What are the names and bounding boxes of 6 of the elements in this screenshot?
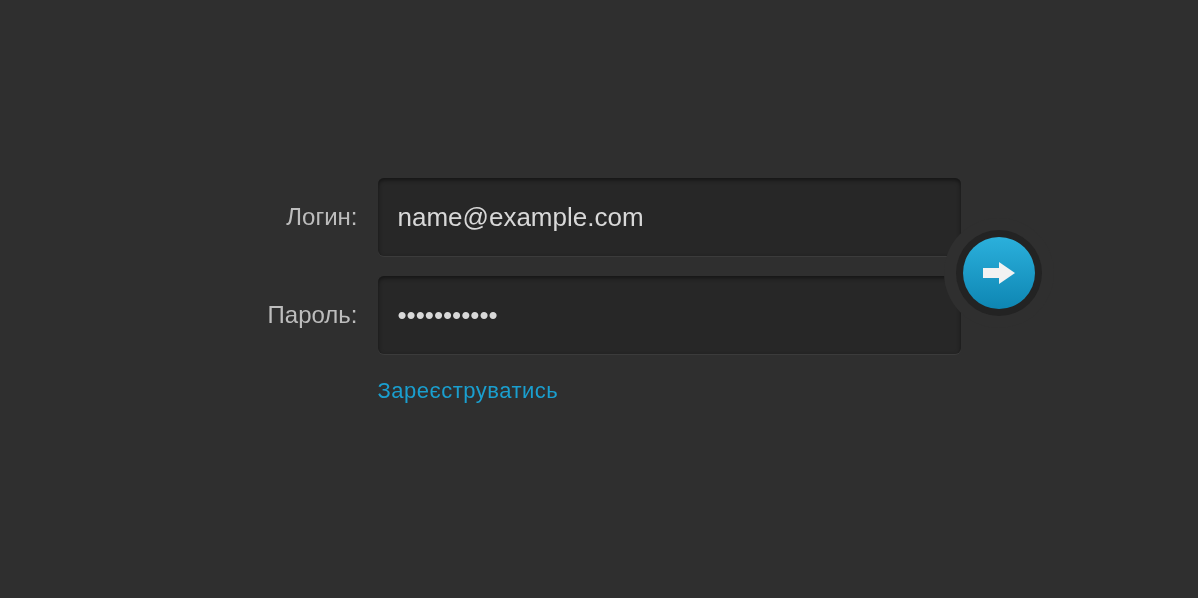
arrow-right-icon bbox=[980, 260, 1017, 286]
register-link[interactable]: Зареєструватись bbox=[377, 374, 961, 407]
field-label: Пароль: bbox=[266, 300, 359, 330]
input-field[interactable]: name@example.com bbox=[377, 178, 961, 256]
field-label: Логин: bbox=[285, 202, 359, 232]
input-field[interactable]: ••••••••••• bbox=[377, 276, 961, 354]
